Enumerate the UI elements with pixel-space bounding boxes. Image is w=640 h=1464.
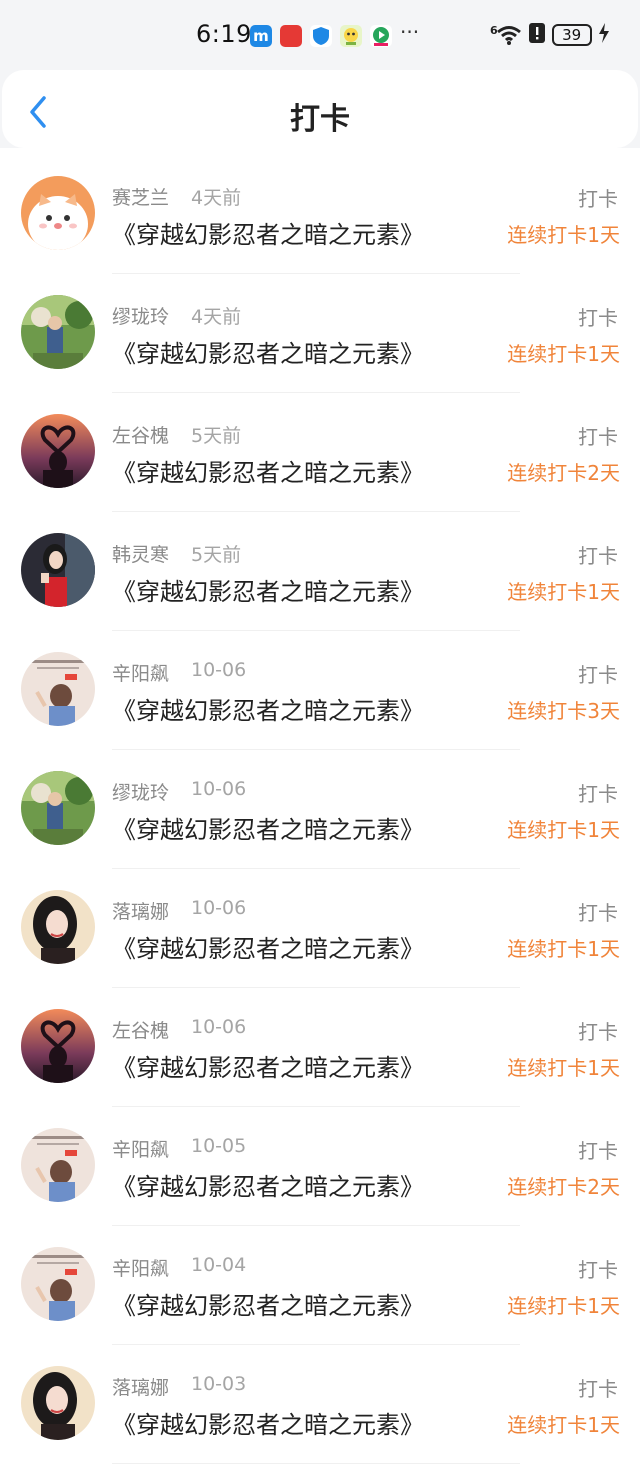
more-status-icon: ···	[400, 20, 420, 44]
checkin-action-label: 打卡	[578, 306, 618, 330]
checkin-time: 10-06	[191, 778, 247, 800]
checkin-action-label: 打卡	[578, 187, 618, 211]
checkin-row[interactable]: 缪珑玲 4天前《穿越幻影忍者之暗之元素》 打卡连续打卡1天	[0, 274, 640, 393]
username[interactable]: 左谷槐	[112, 1016, 169, 1043]
avatar[interactable]	[21, 176, 95, 250]
username[interactable]: 缪珑玲	[112, 778, 169, 805]
mascot-app-icon	[340, 25, 362, 47]
checkin-action-label: 打卡	[578, 782, 618, 806]
checkin-action-label: 打卡	[578, 1139, 618, 1163]
avatar[interactable]	[21, 890, 95, 964]
shop-app-icon	[280, 25, 302, 47]
username[interactable]: 赛芝兰	[112, 183, 169, 210]
username[interactable]: 左谷槐	[112, 421, 169, 448]
checkin-time: 10-06	[191, 1016, 247, 1038]
streak-label: 连续打卡1天	[507, 342, 620, 366]
checkin-action-label: 打卡	[578, 1377, 618, 1401]
checkin-action-label: 打卡	[578, 425, 618, 449]
checkin-row[interactable]: 韩灵寒 5天前《穿越幻影忍者之暗之元素》 打卡连续打卡1天	[0, 512, 640, 631]
streak-label: 连续打卡2天	[507, 461, 620, 485]
checkin-time: 10-04	[191, 1254, 247, 1276]
streak-label: 连续打卡3天	[507, 699, 620, 723]
avatar[interactable]	[21, 533, 95, 607]
status-app-icons: m	[250, 24, 392, 48]
book-title[interactable]: 《穿越幻影忍者之暗之元素》	[112, 215, 424, 250]
checkin-row[interactable]: 辛阳飙 10-05 《穿越幻影忍者之暗之元素》 打卡连续打卡2天	[0, 1107, 640, 1226]
book-title[interactable]: 《穿越幻影忍者之暗之元素》	[112, 572, 424, 607]
checkin-time: 4天前	[191, 187, 242, 209]
book-title[interactable]: 《穿越幻影忍者之暗之元素》	[112, 453, 424, 488]
avatar[interactable]	[21, 295, 95, 369]
book-title[interactable]: 《穿越幻影忍者之暗之元素》	[112, 691, 424, 726]
checkin-time: 5天前	[191, 544, 242, 566]
checkin-action-label: 打卡	[578, 1258, 618, 1282]
book-title[interactable]: 《穿越幻影忍者之暗之元素》	[112, 929, 424, 964]
avatar[interactable]	[21, 1009, 95, 1083]
checkin-row[interactable]: 辛阳飙 10-04 《穿越幻影忍者之暗之元素》 打卡连续打卡1天	[0, 1226, 640, 1345]
checkin-time: 4天前	[191, 306, 242, 328]
checkin-action-label: 打卡	[578, 1020, 618, 1044]
app-m-icon: m	[250, 25, 272, 47]
username[interactable]: 辛阳飙	[112, 659, 169, 686]
checkin-row[interactable]: 落璃娜 10-03 《穿越幻影忍者之暗之元素》 打卡连续打卡1天	[0, 1345, 640, 1464]
streak-label: 连续打卡1天	[507, 1294, 620, 1318]
username[interactable]: 辛阳飙	[112, 1254, 169, 1281]
page-title: 打卡	[290, 102, 350, 137]
status-time: 6:19	[196, 20, 252, 48]
streak-label: 连续打卡1天	[507, 1056, 620, 1080]
shield-app-icon	[310, 25, 332, 47]
book-title[interactable]: 《穿越幻影忍者之暗之元素》	[112, 1048, 424, 1083]
username[interactable]: 韩灵寒	[112, 540, 169, 567]
checkin-time: 10-06	[191, 659, 247, 681]
checkin-row[interactable]: 缪珑玲 10-06 《穿越幻影忍者之暗之元素》 打卡连续打卡1天	[0, 750, 640, 869]
checkin-time: 5天前	[191, 425, 242, 447]
avatar[interactable]	[21, 1366, 95, 1440]
status-bar: 6:19 m ··· 6 39	[0, 0, 640, 70]
avatar[interactable]	[21, 414, 95, 488]
checkin-time: 10-05	[191, 1135, 247, 1157]
username[interactable]: 落璃娜	[112, 1373, 169, 1400]
streak-label: 连续打卡1天	[507, 818, 620, 842]
checkin-action-label: 打卡	[578, 901, 618, 925]
streak-label: 连续打卡1天	[507, 1413, 620, 1437]
checkin-row[interactable]: 赛芝兰 4天前《穿越幻影忍者之暗之元素》 打卡连续打卡1天	[0, 155, 640, 274]
wifi-icon: 6	[490, 24, 522, 46]
checkin-row[interactable]: 辛阳飙 10-06 《穿越幻影忍者之暗之元素》 打卡连续打卡3天	[0, 631, 640, 750]
battery-indicator: 39	[551, 24, 592, 46]
book-title[interactable]: 《穿越幻影忍者之暗之元素》	[112, 334, 424, 369]
checkin-row[interactable]: 落璃娜 10-06 《穿越幻影忍者之暗之元素》 打卡连续打卡1天	[0, 869, 640, 988]
username[interactable]: 辛阳飙	[112, 1135, 169, 1162]
video-app-icon	[370, 25, 392, 47]
book-title[interactable]: 《穿越幻影忍者之暗之元素》	[112, 810, 424, 845]
avatar[interactable]	[21, 652, 95, 726]
checkin-row[interactable]: 左谷槐 5天前《穿越幻影忍者之暗之元素》 打卡连续打卡2天	[0, 393, 640, 512]
book-title[interactable]: 《穿越幻影忍者之暗之元素》	[112, 1405, 424, 1440]
checkin-action-label: 打卡	[578, 544, 618, 568]
avatar[interactable]	[21, 1128, 95, 1202]
checkin-time: 10-06	[191, 897, 247, 919]
charging-icon	[598, 22, 610, 48]
username[interactable]: 缪珑玲	[112, 302, 169, 329]
streak-label: 连续打卡1天	[507, 223, 620, 247]
checkin-time: 10-03	[191, 1373, 247, 1395]
streak-label: 连续打卡1天	[507, 580, 620, 604]
checkin-action-label: 打卡	[578, 663, 618, 687]
avatar[interactable]	[21, 1247, 95, 1321]
status-right: 6 39	[490, 20, 610, 50]
book-title[interactable]: 《穿越幻影忍者之暗之元素》	[112, 1286, 424, 1321]
checkin-row[interactable]: 左谷槐 10-06 《穿越幻影忍者之暗之元素》 打卡连续打卡1天	[0, 988, 640, 1107]
streak-label: 连续打卡2天	[507, 1175, 620, 1199]
book-title[interactable]: 《穿越幻影忍者之暗之元素》	[112, 1167, 424, 1202]
checkin-list: 赛芝兰 4天前 《穿越幻影忍者之暗之元素》 打卡 连续打卡1天 缪珑玲 4天前 《穿越幻影忍者…	[0, 155, 640, 1464]
alert-icon	[528, 22, 546, 48]
streak-label: 连续打卡1天	[507, 937, 620, 961]
avatar[interactable]	[21, 771, 95, 845]
username[interactable]: 落璃娜	[112, 897, 169, 924]
